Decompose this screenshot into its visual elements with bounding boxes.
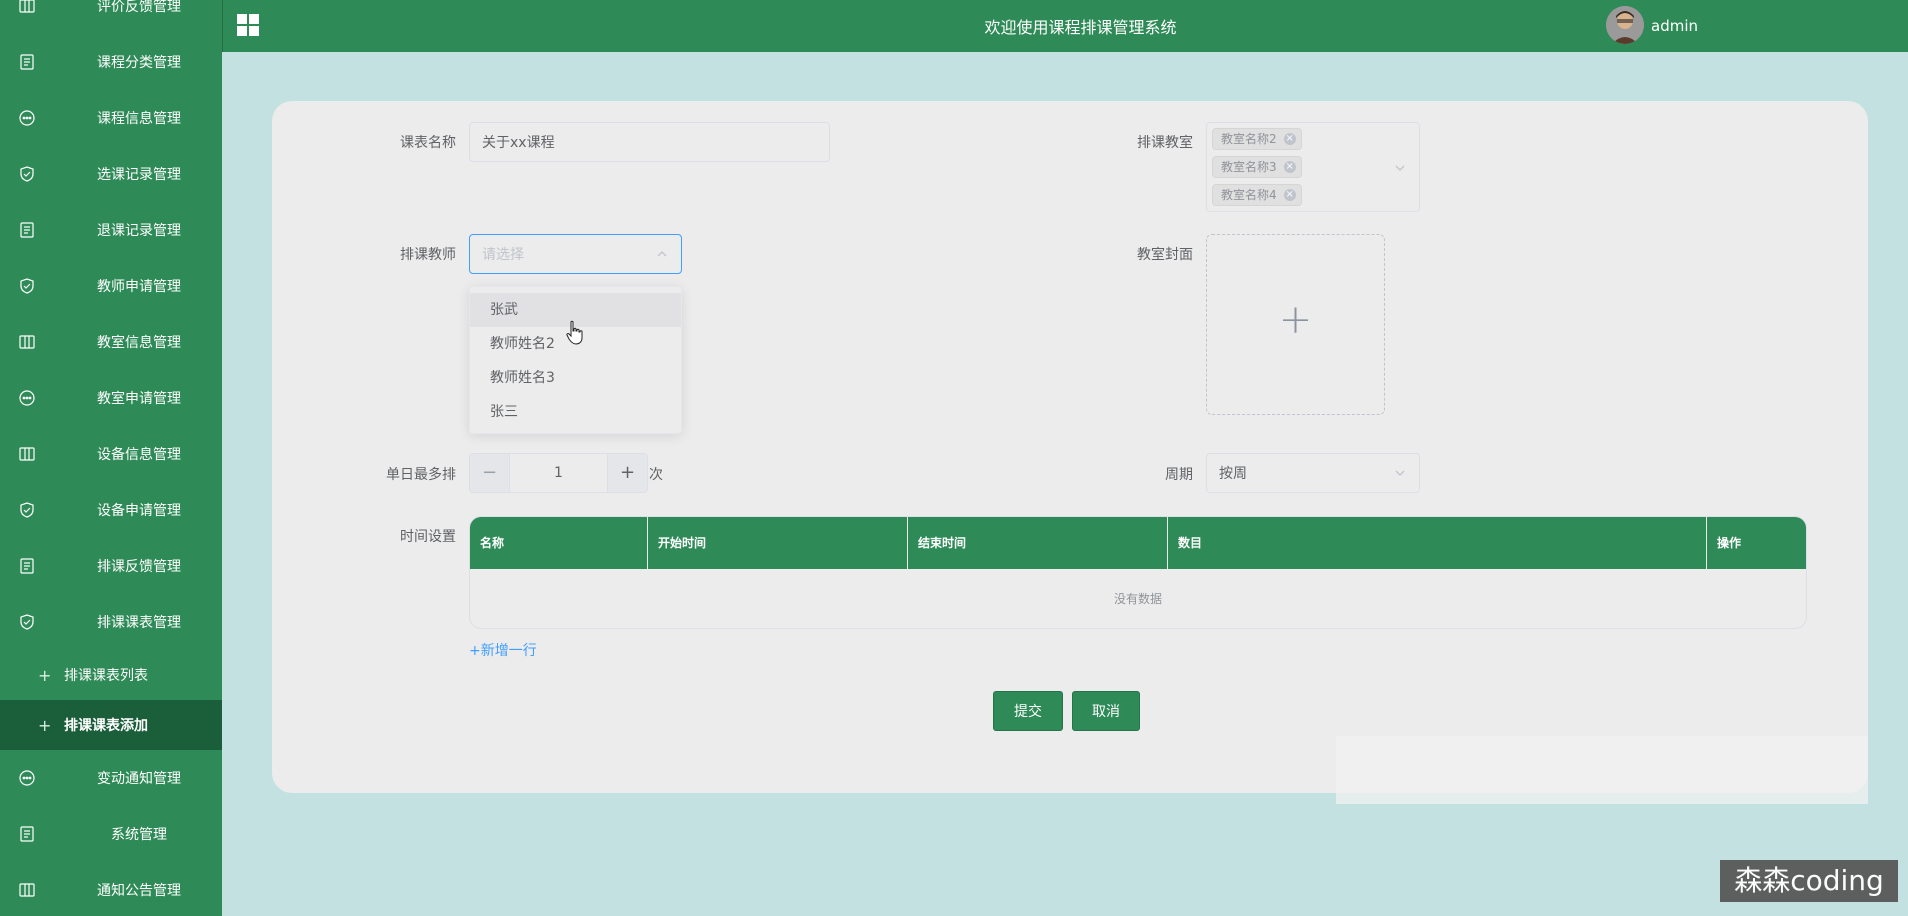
teacher-select[interactable]: 请选择 (469, 234, 682, 274)
sidebar-item-schedule-feedback[interactable]: 排课反馈管理 (0, 538, 222, 594)
column-header: 开始时间 (648, 517, 908, 569)
stepper-value[interactable]: 1 (510, 454, 607, 492)
avatar[interactable] (1606, 6, 1644, 44)
cancel-button[interactable]: 取消 (1072, 691, 1140, 731)
cover-upload[interactable]: + (1206, 234, 1385, 415)
close-icon[interactable]: × (1283, 133, 1296, 145)
time-settings-label: 时间设置 (400, 529, 456, 545)
shield-check-icon (17, 164, 37, 184)
time-settings-table: 名称 开始时间 结束时间 数目 操作 没有数据 (469, 516, 1807, 629)
document-icon (17, 52, 37, 72)
sidebar-item-enroll-record[interactable]: 选课记录管理 (0, 146, 222, 202)
max-per-day-label: 单日最多排 (386, 467, 456, 483)
plus-icon: + (1278, 297, 1313, 343)
close-icon[interactable]: × (1283, 189, 1296, 201)
document-icon (17, 556, 37, 576)
sidebar-item-classroom-info[interactable]: 教室信息管理 (0, 314, 222, 370)
classroom-tag: 教室名称4 × (1212, 184, 1302, 206)
document-icon (17, 220, 37, 240)
schedule-name-label: 课表名称 (400, 135, 456, 151)
cycle-select[interactable]: 按周 (1206, 453, 1420, 493)
add-row-link[interactable]: +新增一行 (469, 640, 537, 660)
sidebar-item-feedback[interactable]: 评价反馈管理 (0, 0, 222, 34)
empty-text: 没有数据 (1113, 592, 1162, 606)
chat-icon (17, 108, 37, 128)
sidebar-item-schedule-table[interactable]: 排课课表管理 (0, 594, 222, 650)
column-header: 名称 (470, 517, 648, 569)
classroom-label: 排课教室 (1137, 135, 1193, 151)
shield-check-icon (17, 276, 37, 296)
schedule-name-input[interactable]: 关于xx课程 (469, 122, 830, 162)
column-header: 数目 (1168, 517, 1707, 569)
sidebar-item-teacher-apply[interactable]: 教师申请管理 (0, 258, 222, 314)
column-header: 结束时间 (908, 517, 1168, 569)
classroom-tag: 教室名称3 × (1212, 156, 1302, 178)
chat-icon (17, 768, 37, 788)
sidebar-item-system[interactable]: 系统管理 (0, 806, 222, 862)
chevron-down-icon (1393, 466, 1407, 480)
dropdown-option[interactable]: 张三 (470, 395, 681, 429)
columns-icon (17, 444, 37, 464)
sidebar-item-course-info[interactable]: 课程信息管理 (0, 90, 222, 146)
form-card (272, 101, 1868, 793)
sidebar-item-classroom-apply[interactable]: 教室申请管理 (0, 370, 222, 426)
columns-icon (17, 0, 37, 16)
chevron-down-icon (1393, 161, 1407, 175)
columns-icon (17, 880, 37, 900)
top-header: 欢迎使用课程排课管理系统 admin (222, 0, 1908, 52)
cover-label: 教室封面 (1137, 247, 1193, 263)
dropdown-option[interactable]: 教师姓名3 (470, 361, 681, 395)
sidebar-item-course-category[interactable]: 课程分类管理 (0, 34, 222, 90)
minus-button[interactable]: − (470, 454, 510, 492)
shield-check-icon (17, 612, 37, 632)
max-per-day-stepper: − 1 + (469, 453, 648, 493)
watermark: 森森coding (1720, 860, 1898, 902)
sidebar-item-drop-record[interactable]: 退课记录管理 (0, 202, 222, 258)
table-header: 名称 开始时间 结束时间 数目 操作 (470, 517, 1806, 569)
hand-cursor-icon (566, 320, 583, 345)
plus-icon: + (38, 715, 52, 735)
sidebar-item-device-apply[interactable]: 设备申请管理 (0, 482, 222, 538)
classroom-tag: 教室名称2 × (1212, 128, 1302, 150)
overlay-block (1336, 736, 1868, 804)
plus-button[interactable]: + (607, 454, 647, 492)
sidebar-subitem-schedule-list[interactable]: + 排课课表列表 (0, 650, 222, 700)
document-icon (17, 824, 37, 844)
shield-check-icon (17, 500, 37, 520)
submit-button[interactable]: 提交 (993, 691, 1063, 731)
cycle-label: 周期 (1165, 467, 1193, 483)
unit-label: 次 (649, 467, 663, 483)
chat-icon (17, 388, 37, 408)
close-icon[interactable]: × (1283, 161, 1296, 173)
sidebar-subitem-schedule-add[interactable]: + 排课课表添加 (0, 700, 222, 750)
user-name[interactable]: admin (1651, 17, 1698, 35)
sidebar-item-change-notice[interactable]: 变动通知管理 (0, 750, 222, 806)
teacher-dropdown: 张武 教师姓名2 教师姓名3 张三 (469, 286, 682, 434)
plus-icon: + (38, 665, 52, 685)
sidebar-item-announcement[interactable]: 通知公告管理 (0, 862, 222, 916)
chevron-up-icon (655, 247, 669, 261)
columns-icon (17, 332, 37, 352)
sidebar-item-device-info[interactable]: 设备信息管理 (0, 426, 222, 482)
column-header: 操作 (1717, 536, 1742, 550)
teacher-label: 排课教师 (400, 247, 456, 263)
sidebar: 评价反馈管理 课程分类管理 课程信息管理 选课记录管理 退课记录管理 教师申请管… (0, 0, 222, 916)
